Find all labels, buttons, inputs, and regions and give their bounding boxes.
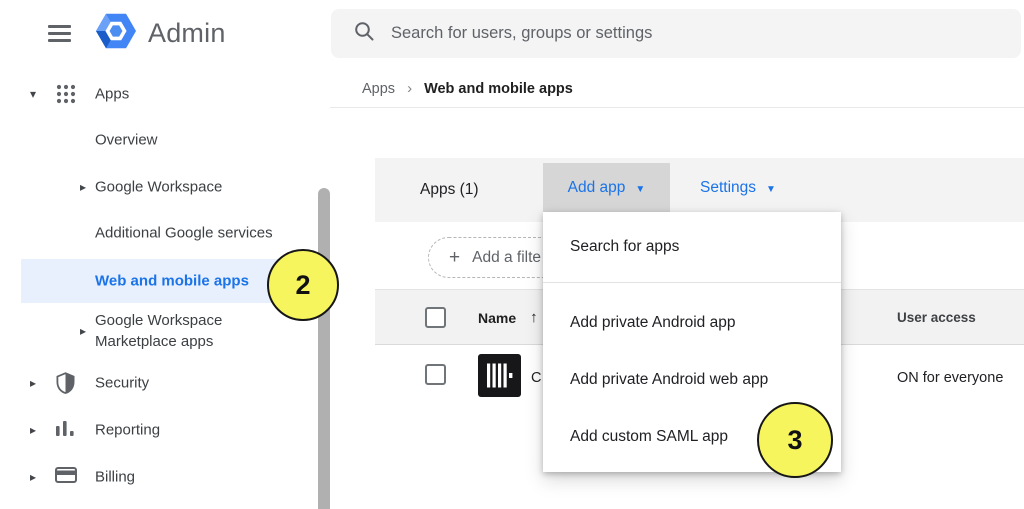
caret-right-icon: ▸ [80,324,86,338]
app-logo-icon [478,354,521,397]
sidebar-item-label: Web and mobile apps [95,273,249,290]
add-app-button[interactable]: Add app ▼ [543,163,670,213]
breadcrumb-apps-link[interactable]: Apps [362,81,395,97]
breadcrumb-divider [330,107,1024,108]
apps-grid-icon [55,83,77,105]
select-all-checkbox[interactable] [425,307,446,328]
add-filter-button[interactable]: + Add a filte [428,237,562,278]
global-search-bar[interactable] [331,9,1021,58]
search-icon [353,20,375,47]
add-app-button-label: Add app [568,179,626,197]
column-name-label: Name [478,310,516,326]
sidebar-scrollbar[interactable] [318,188,330,509]
admin-hexagon-icon [94,9,138,58]
sidebar-item-label: Additional Google services [95,225,273,242]
caret-down-icon: ▾ [30,87,36,101]
breadcrumb: Apps › Web and mobile apps [362,80,573,97]
sidebar-item-label: Google Workspace Marketplace apps [95,310,255,352]
google-admin-console: Admin Apps › Web and mobile apps ▾ Apps … [0,0,1024,509]
app-title: Admin [148,18,226,49]
breadcrumb-separator: › [407,80,412,97]
settings-button-label: Settings [700,179,756,197]
caret-right-icon: ▸ [30,470,36,484]
column-header-user-access: User access [897,290,976,345]
sidebar-item-gw-marketplace-apps[interactable]: ▸ Google Workspace Marketplace apps [0,310,318,352]
sidebar-item-overview[interactable]: Overview [0,125,318,155]
apps-count-title: Apps (1) [420,158,479,222]
bar-chart-icon [55,419,77,441]
shield-icon [55,372,77,394]
caret-right-icon: ▸ [80,180,86,194]
sidebar-item-label: Google Workspace [95,179,222,196]
plus-icon: + [449,247,460,269]
caret-right-icon: ▸ [30,423,36,437]
credit-card-icon [55,466,77,488]
sidebar-item-additional-google-services[interactable]: Additional Google services [0,218,318,248]
app-name-cell: C [531,346,541,410]
user-access-cell: ON for everyone [897,346,1003,410]
menu-item-search-for-apps[interactable]: Search for apps [543,212,841,282]
add-filter-label: Add a filte [472,249,541,267]
dropdown-arrow-icon: ▼ [635,182,645,195]
admin-logo[interactable]: Admin [94,10,226,56]
column-header-name[interactable]: Name ↑ [478,290,538,345]
sidebar-item-label: Apps [95,86,129,103]
sidebar-item-label: Reporting [95,422,160,439]
menu-divider [543,282,841,283]
breadcrumb-current: Web and mobile apps [424,81,573,97]
step-annotation-3: 3 [757,402,833,478]
search-input[interactable] [391,24,1021,43]
sort-ascending-icon: ↑ [530,309,538,326]
sidebar-item-google-workspace[interactable]: ▸ Google Workspace [0,172,318,202]
sidebar-item-label: Billing [95,469,135,486]
sidebar-item-billing[interactable]: ▸ Billing [0,462,318,492]
sidebar-item-security[interactable]: ▸ Security [0,368,318,398]
row-checkbox[interactable] [425,364,446,385]
dropdown-arrow-icon: ▼ [766,182,776,195]
menu-item-add-private-android-app[interactable]: Add private Android app [543,294,841,351]
sidebar-item-label: Overview [95,132,158,149]
sidebar-item-label: Security [95,375,149,392]
caret-right-icon: ▸ [30,376,36,390]
hamburger-menu-icon[interactable] [48,23,78,44]
step-annotation-2: 2 [267,249,339,321]
sidebar-item-apps-root[interactable]: ▾ Apps [0,79,318,109]
sidebar-item-reporting[interactable]: ▸ Reporting [0,415,318,445]
menu-item-add-private-android-web-app[interactable]: Add private Android web app [543,351,841,408]
settings-button[interactable]: Settings ▼ [700,163,776,213]
column-user-access-label: User access [897,310,976,325]
